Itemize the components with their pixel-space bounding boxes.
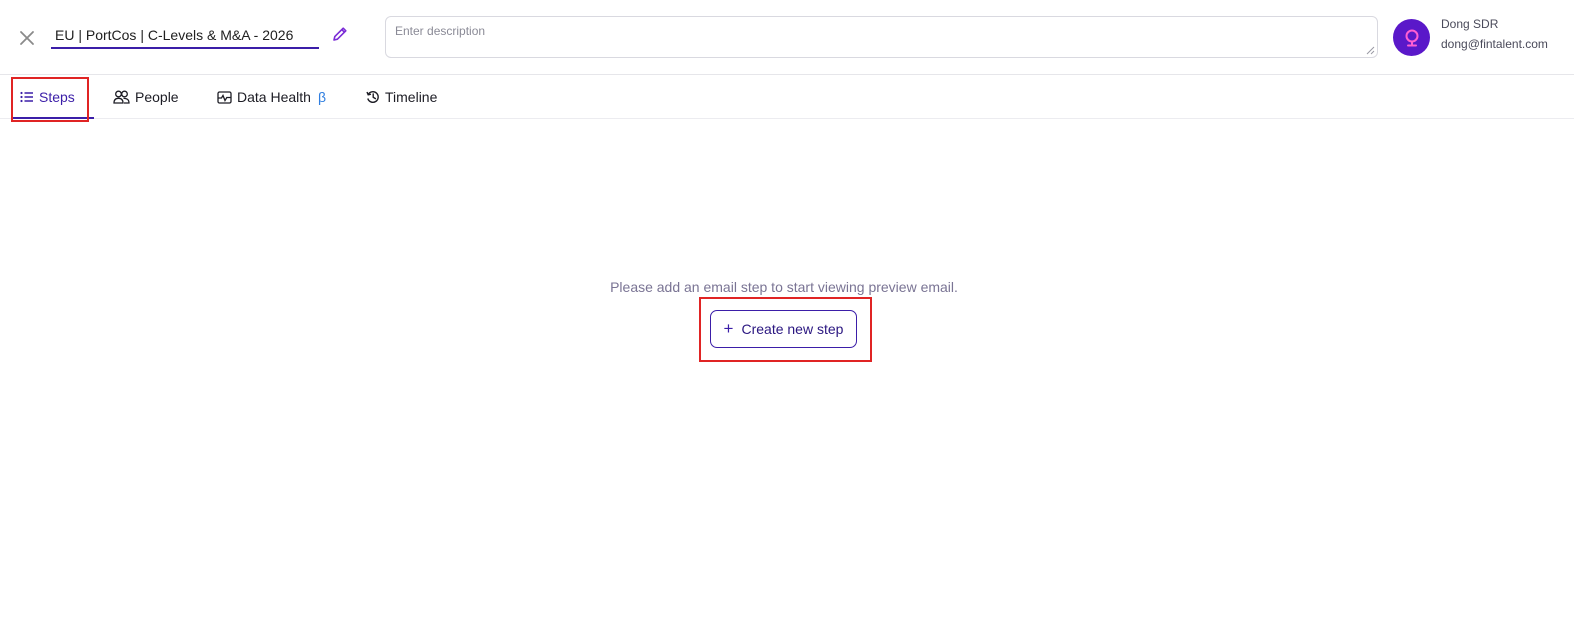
tab-data-health[interactable]: Data Health β (217, 75, 326, 119)
data-health-icon (217, 90, 232, 104)
close-button[interactable] (14, 25, 40, 51)
avatar[interactable] (1393, 19, 1430, 56)
tab-people[interactable]: People (113, 75, 179, 119)
resize-handle-icon[interactable] (1366, 46, 1375, 55)
location-pin-icon (1405, 29, 1418, 46)
edit-title-button[interactable] (329, 23, 351, 45)
create-new-step-label: Create new step (741, 321, 844, 337)
header-bar: Dong SDR dong@fintalent.com (0, 0, 1574, 75)
close-icon (20, 31, 34, 45)
sequence-editor-page: Dong SDR dong@fintalent.com Steps People (0, 0, 1574, 620)
pencil-icon (333, 27, 347, 41)
user-email: dong@fintalent.com (1441, 37, 1548, 51)
tab-bar: Steps People Data Health β Timeline (0, 75, 1574, 119)
description-input[interactable] (386, 17, 1377, 57)
tab-people-label: People (135, 89, 179, 105)
user-name: Dong SDR (1441, 17, 1499, 31)
plus-icon: + (723, 319, 734, 338)
tab-data-health-label: Data Health (237, 89, 311, 105)
active-tab-indicator (12, 117, 94, 119)
sequence-title-input[interactable] (55, 25, 317, 45)
people-icon (113, 90, 130, 104)
sequence-title-field (51, 20, 319, 49)
list-icon (20, 91, 33, 103)
tab-steps[interactable]: Steps (20, 75, 75, 119)
history-icon (366, 90, 379, 103)
create-new-step-button[interactable]: + Create new step (710, 310, 857, 348)
beta-badge: β (317, 89, 326, 105)
empty-state-message: Please add an email step to start viewin… (610, 279, 958, 295)
description-field (385, 16, 1378, 58)
tab-steps-label: Steps (39, 89, 75, 105)
tab-timeline-label: Timeline (385, 89, 438, 105)
tab-timeline[interactable]: Timeline (366, 75, 437, 119)
